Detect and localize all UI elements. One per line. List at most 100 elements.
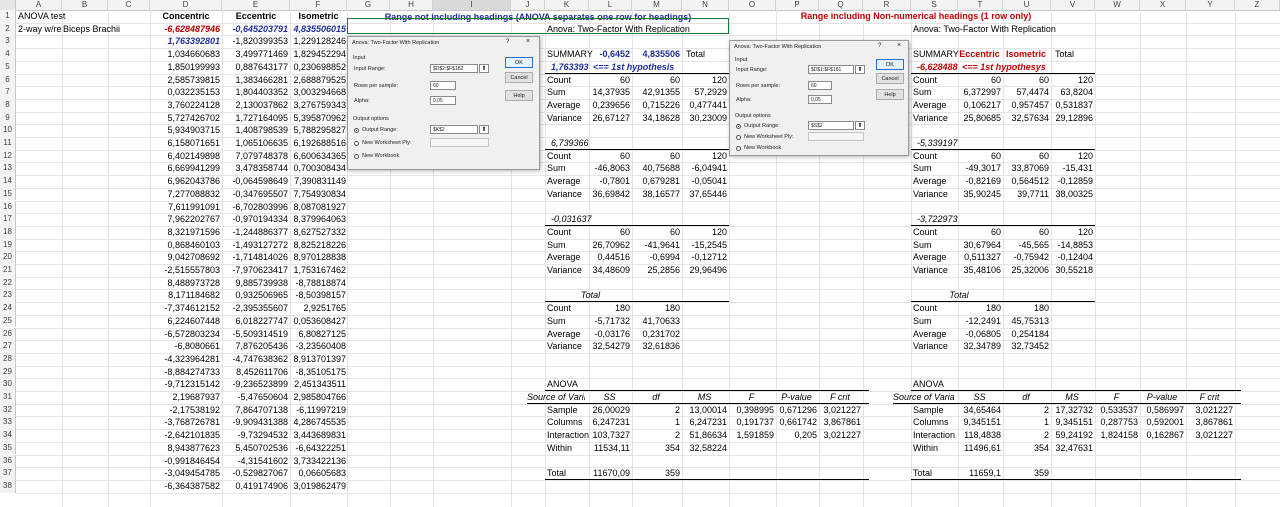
row-header[interactable]: 5 [0,60,16,74]
anova-value[interactable]: 11534,11 [589,442,630,455]
help-button[interactable]: Help [876,89,904,100]
stat-value[interactable]: 57,2929 [682,86,727,99]
stat-value[interactable]: 30,23009 [682,112,727,125]
data-cell-eccentric[interactable]: -9,909431388 [222,416,288,429]
select-all-corner[interactable] [0,0,16,10]
stat-label[interactable]: Variance [547,112,593,125]
stat-value[interactable]: 38,00325 [1051,188,1093,201]
column-header[interactable]: E [222,0,290,10]
help-button[interactable]: Help [505,90,533,101]
data-cell-concentric[interactable]: 1,034660683 [150,48,220,61]
data-cell-eccentric[interactable]: 7,864707138 [222,404,288,417]
column-header[interactable]: L [589,0,632,10]
stat-value[interactable]: 35,48106 [958,264,1001,277]
column-header[interactable]: B [62,0,108,10]
data-cell-isometric[interactable]: 8,627527332 [290,226,346,239]
stat-value[interactable]: 180 [589,302,630,315]
data-cell-concentric[interactable]: 2,19687937 [150,391,220,404]
column-header[interactable]: S [911,0,958,10]
anova-source[interactable]: Sample [913,404,958,417]
new-workbook-radio[interactable] [736,146,741,151]
row-header[interactable]: 35 [0,441,16,455]
data-cell-eccentric[interactable]: 0,419174906 [222,480,288,493]
data-cell-concentric[interactable]: 0,032235153 [150,86,220,99]
summary-total-header[interactable]: Total [1055,48,1097,61]
data-cell-concentric[interactable]: 6,158071651 [150,137,220,150]
stat-value[interactable]: -49,3017 [958,162,1001,175]
stat-value[interactable]: -14,8853 [1051,239,1093,252]
stat-label[interactable]: Variance [913,112,959,125]
new-worksheet-field[interactable] [808,132,864,141]
anova-value[interactable]: 17,32732 [1051,404,1093,417]
stat-value[interactable]: 33,87069 [1003,162,1049,175]
stat-value[interactable]: 120 [682,226,727,239]
output-range-radio[interactable] [354,128,359,133]
data-cell-concentric[interactable]: 9,042708692 [150,251,220,264]
data-cell-eccentric[interactable]: -6,702803996 [222,201,288,214]
stat-value[interactable]: -0,75942 [1003,251,1049,264]
stat-value[interactable]: -0,12859 [1051,175,1093,188]
data-cell-eccentric[interactable]: -4,747638362 [222,353,288,366]
data-cell-concentric[interactable]: 7,277088832 [150,188,220,201]
anova-source[interactable]: Interaction [547,429,589,442]
data-cell-isometric[interactable]: 4,835506015 [290,23,346,36]
row-header[interactable]: 30 [0,378,16,391]
column-header[interactable]: T [958,0,1003,10]
data-cell-concentric[interactable]: 6,962043786 [150,175,220,188]
row-header[interactable]: 6 [0,73,16,87]
column-header[interactable]: F [290,0,347,10]
anova-source[interactable]: Interaction [913,429,958,442]
anova-value[interactable]: 0,191737 [729,416,774,429]
summary-col2-header[interactable]: 4,835506 [632,48,680,61]
stat-label[interactable]: Average [547,328,593,341]
column-header[interactable]: Z [1235,0,1280,10]
data-cell-concentric[interactable]: 8,943877623 [150,442,220,455]
stat-label[interactable]: Count [547,302,593,315]
data-cell-eccentric[interactable]: -1,244886377 [222,226,288,239]
stat-value[interactable]: 32,57634 [1003,112,1049,125]
stat-value[interactable]: 57,4474 [1003,86,1049,99]
stat-value[interactable]: 32,54279 [589,340,630,353]
anova-value[interactable]: 0,586997 [1140,404,1184,417]
row-header[interactable]: 34 [0,429,16,442]
data-cell-eccentric[interactable]: 8,452611706 [222,366,288,379]
anova-value[interactable]: 1,591859 [729,429,774,442]
stat-value[interactable]: 32,73452 [1003,340,1049,353]
close-icon[interactable]: × [526,38,530,45]
stat-value[interactable]: 60 [958,74,1001,87]
data-cell-eccentric[interactable]: 6,018227747 [222,315,288,328]
data-cell-isometric[interactable]: 3,276759343 [290,99,346,112]
stat-value[interactable]: -45,565 [1003,239,1049,252]
anova-value[interactable] [1095,442,1138,455]
stat-label[interactable]: Count [547,226,593,239]
anova-value[interactable]: 0,162867 [1140,429,1184,442]
stat-label[interactable]: Average [913,251,959,264]
stat-value[interactable]: 120 [1051,226,1093,239]
data-cell-isometric[interactable]: 6,600634365 [290,150,346,163]
data-cell-eccentric[interactable]: 7,079748378 [222,150,288,163]
stat-value[interactable]: -0,03176 [589,328,630,341]
anova-value[interactable]: 9,345151 [1051,416,1093,429]
anova-value[interactable]: 32,58224 [682,442,727,455]
data-cell-concentric[interactable]: 5,934903715 [150,124,220,137]
anova-value[interactable]: 3,021227 [819,429,861,442]
stat-value[interactable]: 180 [958,302,1001,315]
data-cell-isometric[interactable]: 1,829452294 [290,48,346,61]
summary-col1-header[interactable]: Eccentric [958,48,1001,61]
stat-label[interactable]: Variance [913,264,959,277]
row-header[interactable]: 13 [0,162,16,176]
stat-value[interactable]: 34,48609 [589,264,630,277]
anova-value[interactable]: 354 [632,442,680,455]
stat-value[interactable]: 0,231702 [632,328,680,341]
stat-value[interactable]: 32,61836 [632,340,680,353]
data-cell-concentric[interactable]: 7,962202767 [150,213,220,226]
summary-col1-header[interactable]: -0,6452 [589,48,630,61]
row-header[interactable]: 11 [0,137,16,150]
row-header[interactable]: 8 [0,98,16,112]
stat-label[interactable]: Variance [547,188,593,201]
data-cell-concentric[interactable]: -7,374612152 [150,302,220,315]
data-cell-concentric[interactable]: -8,884274733 [150,366,220,379]
stat-label[interactable]: Variance [913,188,959,201]
summary-label[interactable]: SUMMARY [913,48,963,61]
anova-value[interactable]: 3,867861 [1186,416,1233,429]
